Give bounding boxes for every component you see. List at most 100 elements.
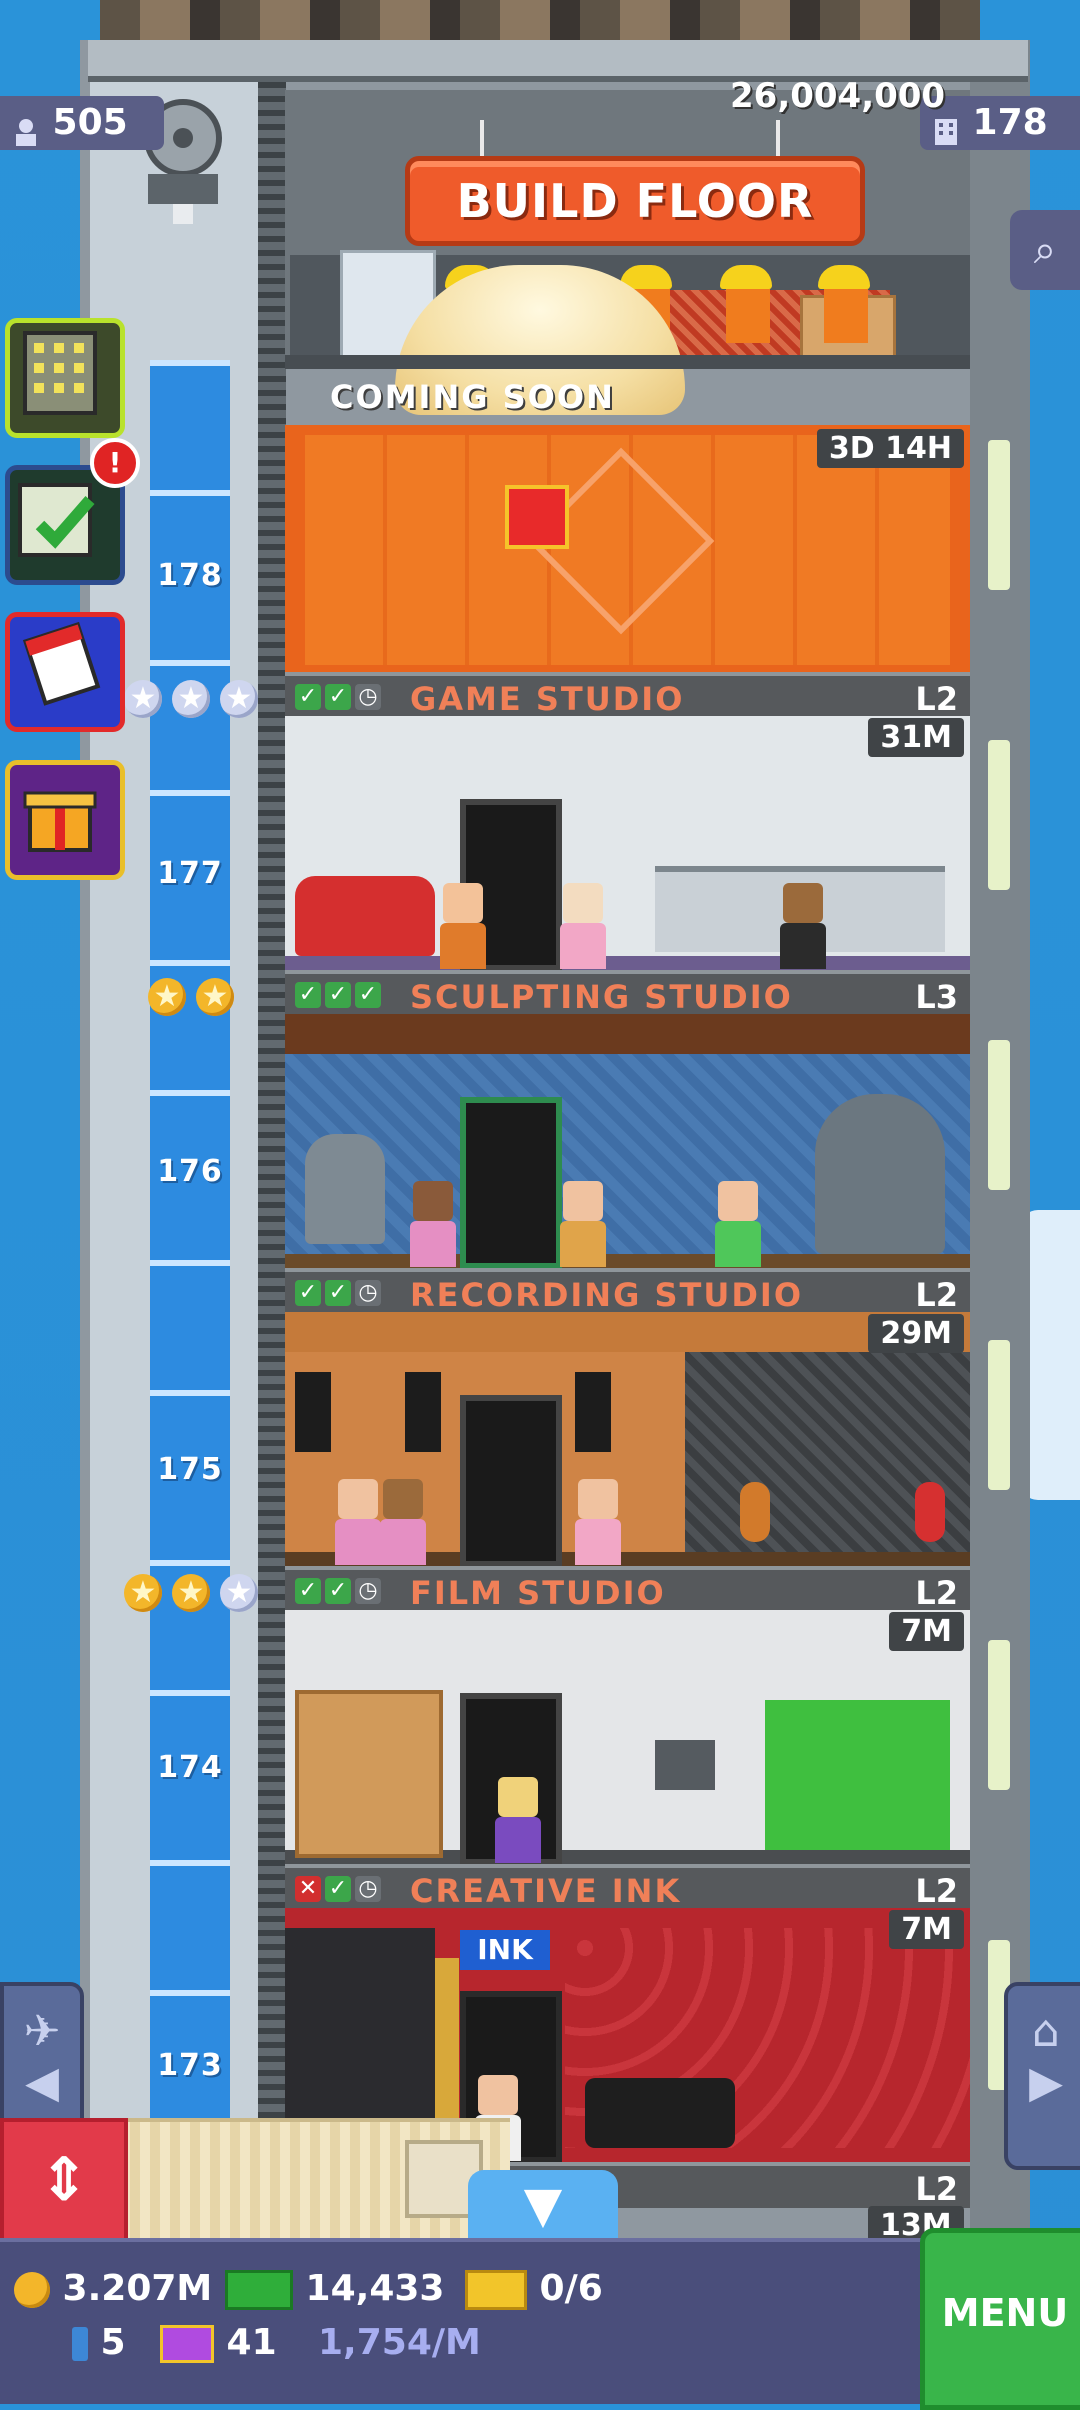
construction-worker <box>720 265 776 355</box>
shaft-divider <box>150 1260 230 1266</box>
shaft-floor-number: 174 <box>157 1750 223 1785</box>
check-icon: ✓ <box>295 982 321 1008</box>
timer-badge: 7M <box>889 1910 964 1949</box>
star-icon: ★ <box>124 680 162 718</box>
resident <box>575 1479 621 1565</box>
population-value: 505 <box>52 102 128 143</box>
shaft-floor-number: 177 <box>157 856 223 891</box>
build-cost: 26,004,000 <box>730 76 946 116</box>
coins-stat[interactable]: 3.207M <box>14 2268 212 2309</box>
green-screen <box>765 1700 950 1850</box>
keys-stat[interactable]: 5 <box>72 2322 126 2363</box>
floor-name: RECORDING STUDIO <box>410 1276 804 1314</box>
floor-175-room[interactable]: 29M <box>285 1312 970 1567</box>
resident <box>495 1777 541 1863</box>
menu-button[interactable]: MENU <box>920 2228 1080 2410</box>
clock-icon: ◷ <box>355 1876 381 1902</box>
bux-value: 14,433 <box>305 2268 445 2309</box>
star-icon: ★ <box>172 1574 210 1612</box>
resident <box>560 1181 606 1267</box>
floor-178-room[interactable]: 3D 14H <box>285 425 970 675</box>
coins-value: 3.207M <box>62 2268 213 2309</box>
black-sofa <box>585 2078 735 2148</box>
keys-value: 5 <box>100 2322 126 2363</box>
key-icon <box>72 2327 88 2361</box>
speaker <box>405 1372 441 1452</box>
vip-icon <box>160 2325 214 2363</box>
star-icon: ★ <box>148 978 186 1016</box>
floor-level: L2 <box>915 680 958 718</box>
coin-icon <box>14 2272 50 2308</box>
shaft-divider <box>150 1560 230 1566</box>
calendar-icon <box>22 621 101 706</box>
floor-header[interactable]: ✓ ✓ ◷ RECORDING STUDIO L2 <box>285 1268 970 1314</box>
tower-girder <box>258 40 286 2240</box>
bux-stat[interactable]: 14,433 <box>225 2268 444 2310</box>
gift-box[interactable] <box>505 485 569 549</box>
speaker <box>575 1372 611 1452</box>
shaft-divider <box>150 360 230 366</box>
elevator-direction-button[interactable]: ⇕ <box>0 2118 128 2246</box>
floor-count-value: 178 <box>972 102 1048 143</box>
shaft-divider <box>150 1690 230 1696</box>
floor-name: GAME STUDIO <box>410 680 685 718</box>
tower-window <box>988 440 1010 590</box>
floor-level: L3 <box>915 978 958 1016</box>
lobby-nav-button[interactable]: ⌂ ▶ <box>1004 1982 1080 2170</box>
tower-window <box>988 740 1010 890</box>
population-counter[interactable]: 505 <box>0 96 164 150</box>
tattoo-wall-left <box>285 1928 435 2148</box>
tower-window <box>988 1040 1010 1190</box>
person-icon: ✈ <box>23 2006 61 2057</box>
scroll-down-button[interactable]: ▼ <box>468 2170 618 2240</box>
tower-window <box>988 1640 1010 1790</box>
floor-level: L2 <box>915 1574 958 1612</box>
check-icon: ✓ <box>325 982 351 1008</box>
tickets-stat[interactable]: 0/6 <box>465 2268 603 2310</box>
resident <box>440 883 486 969</box>
shaft-divider <box>150 1090 230 1096</box>
gift-button[interactable] <box>5 760 125 880</box>
search-button[interactable]: ⌕ <box>1010 210 1080 290</box>
elevator-shaft-glass <box>150 360 230 2250</box>
floor-176-room[interactable] <box>285 1014 970 1269</box>
shaft-floor-number: 176 <box>157 1154 223 1189</box>
floor-177-room[interactable]: 31M <box>285 716 970 971</box>
floor-header[interactable]: ✓ ✓ ◷ GAME STUDIO L2 <box>285 672 970 718</box>
tickets-value: 0/6 <box>539 2268 603 2309</box>
floor-header[interactable]: ✓ ✓ ✓ SCULPTING STUDIO L3 <box>285 970 970 1016</box>
floor-level: L2 <box>915 1872 958 1910</box>
floor-header[interactable]: ✕ ✓ ◷ CREATIVE INK L2 <box>285 1864 970 1910</box>
resident <box>410 1181 456 1267</box>
build-floor-button[interactable]: BUILD FLOOR <box>405 156 865 246</box>
room-door <box>460 1395 562 1567</box>
check-icon: ✓ <box>325 684 351 710</box>
shaft-divider <box>150 490 230 496</box>
sculpting-floorboard <box>285 1254 970 1269</box>
check-icon: ✓ <box>295 1578 321 1604</box>
building-icon <box>23 331 97 415</box>
shaft-divider <box>150 960 230 966</box>
floor-list-button[interactable] <box>5 318 125 438</box>
film-camera <box>655 1740 715 1790</box>
floor-header[interactable]: ✓ ✓ ◷ FILM STUDIO L2 <box>285 1566 970 1612</box>
magnifier-icon: ⌕ <box>1033 227 1057 273</box>
floor-level: L2 <box>915 1276 958 1314</box>
star-icon: ★ <box>172 680 210 718</box>
floor-174-room[interactable]: 7M <box>285 1610 970 1865</box>
game-studio-floorboard <box>285 956 970 971</box>
tower-window <box>988 1340 1010 1490</box>
shaft-divider <box>150 790 230 796</box>
person-icon <box>12 109 40 146</box>
check-icon: ✓ <box>355 982 381 1008</box>
calendar-button[interactable] <box>5 612 125 732</box>
star-icon: ★ <box>220 680 258 718</box>
vip-stat[interactable]: 41 <box>160 2322 277 2363</box>
clock-icon: ◷ <box>355 1280 381 1306</box>
guitar <box>915 1482 945 1542</box>
resident <box>560 883 606 969</box>
shaft-divider <box>150 1990 230 1996</box>
timer-badge: 7M <box>889 1612 964 1651</box>
checklist-icon <box>18 483 95 557</box>
sign-rope-left <box>480 120 484 160</box>
